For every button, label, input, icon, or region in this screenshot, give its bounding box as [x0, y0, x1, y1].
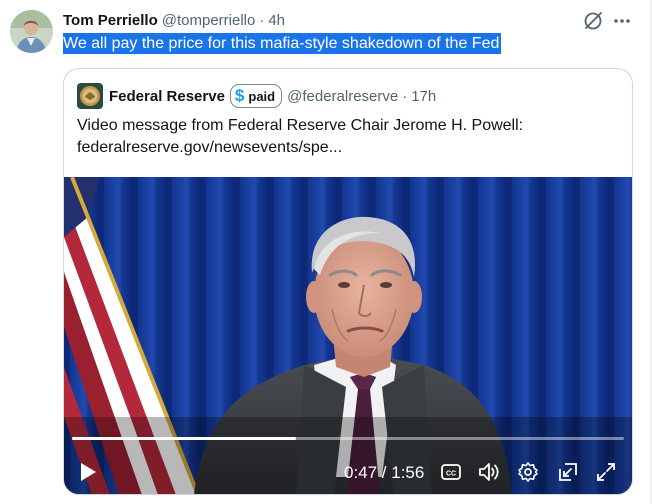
more-options-icon[interactable]	[612, 12, 632, 30]
author-name[interactable]: Tom Perriello	[63, 12, 158, 29]
settings-button[interactable]	[516, 459, 540, 485]
author-avatar[interactable]	[10, 10, 53, 53]
quoted-author-handle[interactable]: @federalreserve	[287, 88, 398, 105]
play-icon	[81, 463, 96, 481]
video-progress-bar[interactable]	[72, 437, 624, 440]
play-button[interactable]	[76, 459, 100, 485]
quoted-text-line: Video message from Federal Reserve Chair…	[77, 117, 524, 134]
post-text: We all pay the price for this mafia-styl…	[63, 33, 502, 54]
post-header: Tom Perriello @tomperriello · 4h	[63, 10, 285, 30]
picture-in-picture-icon	[559, 463, 577, 481]
video-frame	[64, 177, 632, 494]
federal-reserve-seal-icon[interactable]	[77, 83, 103, 109]
volume-icon	[479, 463, 499, 481]
fullscreen-icon	[597, 463, 615, 481]
grok-icon[interactable]	[582, 10, 604, 32]
dollar-icon: $	[234, 86, 245, 105]
fullscreen-button[interactable]	[594, 459, 618, 485]
quoted-post-header: Federal Reserve $ paid @federalreserve ·…	[77, 83, 436, 109]
paid-partnership-badge[interactable]: $ paid	[229, 84, 283, 108]
settings-icon	[518, 462, 538, 482]
cc-label: CC	[446, 471, 456, 478]
meta-separator: ·	[259, 11, 265, 29]
quoted-meta-separator: ·	[402, 87, 408, 105]
closed-captions-icon: CC	[441, 464, 461, 480]
video-progress-fill	[72, 437, 296, 440]
quoted-post-timestamp[interactable]: 17h	[411, 88, 436, 105]
volume-button[interactable]	[476, 459, 502, 485]
paid-badge-label: paid	[248, 88, 276, 104]
quoted-post-text: Video message from Federal Reserve Chair…	[77, 115, 617, 159]
author-handle[interactable]: @tomperriello	[162, 12, 256, 29]
picture-in-picture-button[interactable]	[556, 459, 580, 485]
closed-captions-button[interactable]: CC	[440, 459, 462, 485]
quoted-post-card[interactable]: Federal Reserve $ paid @federalreserve ·…	[63, 68, 633, 495]
quoted-author-name[interactable]: Federal Reserve	[109, 88, 225, 105]
video-controls: 0:47 / 1:56 CC	[64, 455, 632, 489]
quoted-link[interactable]: federalreserve.gov/newsevents/spe...	[77, 137, 617, 159]
video-time-display: 0:47 / 1:56	[344, 463, 425, 482]
video-player[interactable]: 0:47 / 1:56 CC	[64, 177, 632, 494]
post-timestamp[interactable]: 4h	[268, 12, 285, 29]
